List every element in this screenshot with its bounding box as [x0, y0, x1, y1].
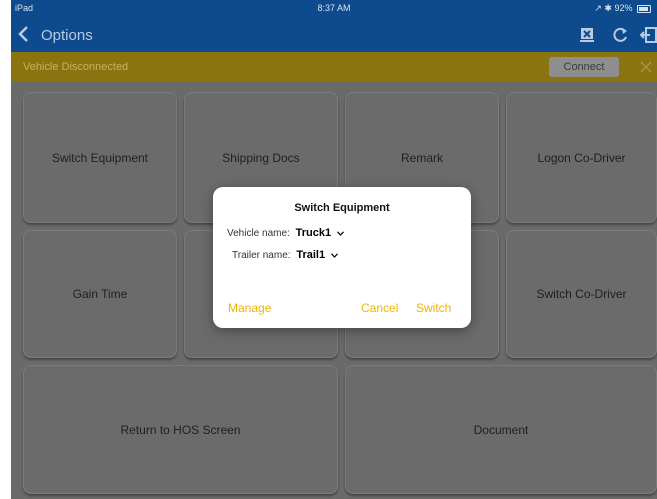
- chevron-down-icon: [337, 230, 345, 236]
- clock: 8:37 AM: [317, 3, 351, 13]
- tile-label: Gain Time: [72, 287, 128, 301]
- manage-button[interactable]: Manage: [228, 301, 271, 315]
- switch-button[interactable]: Switch: [416, 301, 451, 315]
- chevron-down-icon: [331, 252, 339, 258]
- trailer-name-row: Trailer name: Trail1: [232, 249, 339, 261]
- tile-label: Document: [473, 422, 529, 437]
- status-bar: iPad 8:37 AM ↗ ✱ 92%: [11, 0, 657, 18]
- logon-co-driver-tile[interactable]: Logon Co-Driver: [506, 92, 657, 223]
- switch-equipment-tile[interactable]: Switch Equipment: [23, 92, 177, 223]
- status-indicator-text: ↗ ✱ 92%: [594, 3, 633, 13]
- trailer-name-value: Trail1: [296, 249, 326, 261]
- page-title: Options: [41, 27, 93, 44]
- cancel-button[interactable]: Cancel: [361, 301, 398, 315]
- trailer-name-select[interactable]: Trail1: [296, 249, 339, 261]
- switch-equipment-dialog: Switch Equipment Vehicle name: Truck1 Tr…: [213, 187, 471, 328]
- vehicle-name-label: Vehicle name:: [227, 228, 290, 239]
- refresh-icon[interactable]: [611, 26, 629, 44]
- status-indicators: ↗ ✱ 92%: [594, 3, 651, 14]
- return-to-hos-tile[interactable]: Return to HOS Screen: [23, 365, 338, 494]
- tile-label: Remark: [400, 150, 443, 165]
- close-icon[interactable]: [639, 60, 653, 74]
- vehicle-name-value: Truck1: [295, 227, 332, 239]
- device-x-icon[interactable]: [578, 26, 596, 44]
- nav-bar: Options: [11, 18, 657, 52]
- back-chevron-icon[interactable]: [17, 24, 31, 44]
- tile-label: Return to HOS Screen: [120, 422, 241, 437]
- vehicle-name-select[interactable]: Truck1: [296, 227, 345, 239]
- tile-label: Switch Equipment: [51, 150, 149, 165]
- switch-co-driver-tile[interactable]: Switch Co-Driver: [506, 230, 657, 358]
- gain-time-tile[interactable]: Gain Time: [23, 230, 177, 358]
- dialog-title: Switch Equipment: [294, 202, 390, 214]
- exit-icon[interactable]: [640, 26, 657, 44]
- connect-button[interactable]: Connect: [549, 57, 619, 77]
- tile-label: Logon Co-Driver: [537, 150, 626, 165]
- vehicle-disconnected-banner: Vehicle Disconnected Connect: [11, 52, 657, 82]
- trailer-name-label: Trailer name:: [232, 250, 291, 261]
- document-tile[interactable]: Document: [345, 365, 657, 494]
- battery-icon: [637, 4, 651, 13]
- vehicle-name-row: Vehicle name: Truck1: [227, 227, 345, 239]
- banner-message: Vehicle Disconnected: [23, 61, 129, 73]
- tile-label: Shipping Docs: [222, 150, 300, 165]
- tile-label: Switch Co-Driver: [536, 287, 627, 301]
- app-screen: iPad 8:37 AM ↗ ✱ 92% Options Vehicle Dis…: [11, 0, 657, 499]
